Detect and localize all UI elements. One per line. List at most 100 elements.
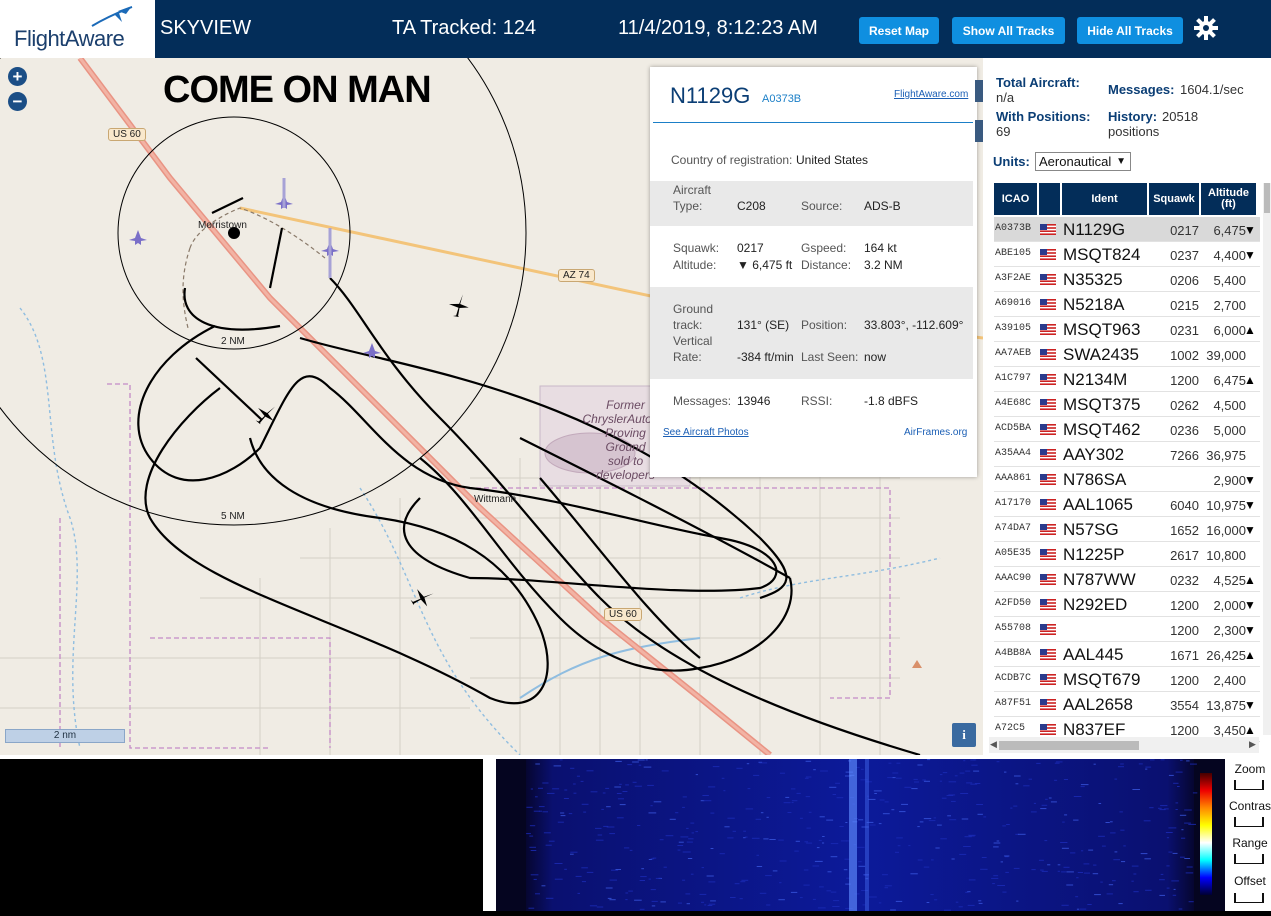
zoom-out-button[interactable]: − xyxy=(8,92,27,111)
scroll-left-icon[interactable]: ◀ xyxy=(990,739,997,750)
icao-cell: A69016 xyxy=(995,298,1031,309)
offset-slider[interactable] xyxy=(1234,893,1264,903)
contrast-slider[interactable] xyxy=(1234,817,1264,827)
airframes-link[interactable]: AirFrames.org xyxy=(904,427,967,438)
table-row[interactable]: A4E68CMSQT37502624,500 xyxy=(994,392,1260,417)
road-shield-us60: US 60 xyxy=(108,128,146,141)
altitude-cell: 4,500 xyxy=(1201,398,1246,413)
info-button[interactable]: i xyxy=(952,723,976,747)
altitude-trend-icon: ▲ xyxy=(1244,573,1256,587)
altitude-trend-icon: ▲ xyxy=(1244,723,1256,737)
table-row[interactable]: A05E35N1225P261710,800 xyxy=(994,542,1260,567)
ident-cell: SWA2435 xyxy=(1063,345,1139,365)
collapse-handle[interactable] xyxy=(975,80,983,102)
scrollbar-thumb[interactable] xyxy=(999,741,1139,750)
table-row[interactable]: AA7AEBSWA2435100239,000 xyxy=(994,342,1260,367)
spectrum-waterfall[interactable] xyxy=(496,759,1225,911)
table-row[interactable]: A74DA7N57SG165216,000▼ xyxy=(994,517,1260,542)
us-flag-icon xyxy=(1040,724,1056,735)
flightaware-logo[interactable]: FlightAware xyxy=(0,0,155,58)
aircraft-photos-link[interactable]: See Aircraft Photos xyxy=(663,427,749,438)
table-row[interactable]: A5570812002,300▼ xyxy=(994,617,1260,642)
us-flag-icon xyxy=(1040,274,1056,285)
table-row[interactable]: AAA861N786SA2,900▼ xyxy=(994,467,1260,492)
altitude-cell: 39,000 xyxy=(1201,348,1246,363)
chevron-down-icon: ▼ xyxy=(1116,153,1126,170)
color-scale xyxy=(1200,773,1212,895)
us-flag-icon xyxy=(1040,674,1056,685)
ring-5nm-label: 5 NM xyxy=(221,511,245,522)
road-shield-az74: AZ 74 xyxy=(558,269,595,282)
show-all-tracks-button[interactable]: Show All Tracks xyxy=(952,17,1065,44)
ident-cell: N786SA xyxy=(1063,470,1126,490)
zoom-label: Zoom xyxy=(1229,762,1271,776)
col-header-altitude[interactable]: Altitude (ft) xyxy=(1201,183,1256,215)
reset-map-button[interactable]: Reset Map xyxy=(859,17,939,44)
hide-all-tracks-button[interactable]: Hide All Tracks xyxy=(1077,17,1183,44)
altitude-cell: 6,475 xyxy=(1201,223,1246,238)
table-row[interactable]: AAAC90N787WW02324,525▲ xyxy=(994,567,1260,592)
position-value: 33.803°, -112.609° xyxy=(864,318,963,332)
table-row[interactable]: A17170AAL1065604010,975▼ xyxy=(994,492,1260,517)
squawk-cell: 0237 xyxy=(1149,248,1199,263)
squawk-cell: 1200 xyxy=(1149,673,1199,688)
zoom-in-button[interactable]: + xyxy=(8,67,27,86)
ident-cell: AAL2658 xyxy=(1063,695,1133,715)
altitude-trend-icon: ▼ xyxy=(1244,623,1256,637)
squawk-cell: 1200 xyxy=(1149,598,1199,613)
table-row[interactable]: ACDB7CMSQT67912002,400 xyxy=(994,667,1260,692)
town-label: Wittmann xyxy=(474,494,516,505)
table-row[interactable]: A4BB8AAAL445167126,425▲ xyxy=(994,642,1260,667)
settings-gear-icon[interactable] xyxy=(1193,15,1219,41)
flightaware-link[interactable]: FlightAware.com xyxy=(894,89,968,100)
scroll-right-icon[interactable]: ▶ xyxy=(1249,739,1256,750)
table-row[interactable]: ABE105MSQT82402374,400▼ xyxy=(994,242,1260,267)
purple-plane-icon[interactable] xyxy=(129,230,147,245)
ident-cell: N5218A xyxy=(1063,295,1124,315)
us-flag-icon xyxy=(1040,649,1056,660)
ident-cell: N2134M xyxy=(1063,370,1127,390)
icao-cell: A2FD50 xyxy=(995,598,1031,609)
col-header-flag[interactable] xyxy=(1039,183,1060,215)
black-plane-icon[interactable] xyxy=(447,292,471,318)
table-row[interactable]: A2FD50N292ED12002,000▼ xyxy=(994,592,1260,617)
horizontal-scrollbar[interactable]: ◀ ▶ xyxy=(989,737,1259,753)
aircraft-registration: N1129G xyxy=(670,83,750,109)
town-label: Morristown xyxy=(198,220,247,231)
table-row[interactable]: A39105MSQT96302316,000▲ xyxy=(994,317,1260,342)
icao-cell: A1C797 xyxy=(995,373,1031,384)
table-row[interactable]: A87F51AAL2658355413,875▼ xyxy=(994,692,1260,717)
altitude-cell: 2,000 xyxy=(1201,598,1246,613)
squawk-cell: 3554 xyxy=(1149,698,1199,713)
icao-cell: AAAC90 xyxy=(995,573,1031,584)
squawk-cell: 2617 xyxy=(1149,548,1199,563)
col-header-ident[interactable]: Ident xyxy=(1062,183,1147,215)
altitude-cell: 4,400 xyxy=(1201,248,1246,263)
range-slider[interactable] xyxy=(1234,854,1264,864)
icao-cell: A17170 xyxy=(995,498,1031,509)
ring-2nm-label: 2 NM xyxy=(221,336,245,347)
squawk-cell: 1200 xyxy=(1149,623,1199,638)
table-row[interactable]: A69016N5218A02152,700 xyxy=(994,292,1260,317)
squawk-cell: 0217 xyxy=(1149,223,1199,238)
icao-cell: A87F51 xyxy=(995,698,1031,709)
table-row[interactable]: A1C797N2134M12006,475▲ xyxy=(994,367,1260,392)
table-row[interactable]: A35AA4AAY302726636,975 xyxy=(994,442,1260,467)
zoom-slider[interactable] xyxy=(1234,780,1264,790)
squawk-cell: 1200 xyxy=(1149,723,1199,738)
history-value: 20518 xyxy=(1162,109,1198,124)
squawk-cell: 0215 xyxy=(1149,298,1199,313)
table-row[interactable]: ACD5BAMSQT46202365,000 xyxy=(994,417,1260,442)
table-row[interactable]: A3F2AEN3532502065,400 xyxy=(994,267,1260,292)
col-header-icao[interactable]: ICAO xyxy=(994,183,1037,215)
us-flag-icon xyxy=(1040,324,1056,335)
road-shield-us60: US 60 xyxy=(604,608,642,621)
aircraft-detail-popup: N1129G A0373B FlightAware.com Country of… xyxy=(650,67,977,477)
annotation-text: COME ON MAN xyxy=(163,69,431,112)
units-select[interactable]: Aeronautical ▼ xyxy=(1035,152,1131,171)
table-row[interactable]: A0373BN1129G02176,475▼ xyxy=(994,217,1260,242)
collapse-handle[interactable] xyxy=(975,120,983,142)
altitude-cell: 6,000 xyxy=(1201,323,1246,338)
vertical-scrollbar[interactable] xyxy=(1263,183,1271,735)
col-header-squawk[interactable]: Squawk xyxy=(1149,183,1199,215)
